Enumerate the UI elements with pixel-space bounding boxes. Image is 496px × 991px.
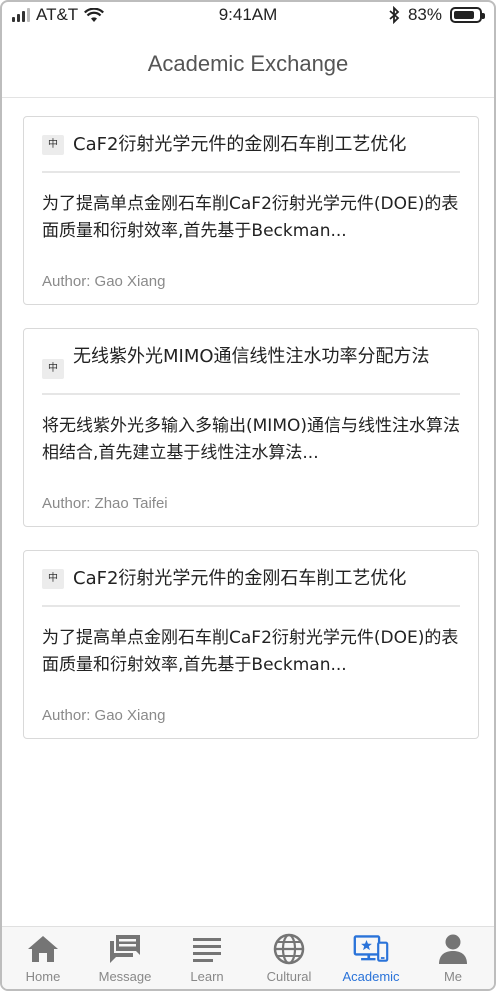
list-icon: [189, 932, 225, 966]
tab-label: Me: [443, 969, 463, 984]
bottom-tab-bar: Home Message Learn Cultural Academic Me: [2, 926, 494, 989]
paper-card[interactable]: 中 CaF2衍射光学元件的金刚石车削工艺优化 为了提高单点金刚石车削CaF2衍射…: [23, 116, 479, 305]
paper-title[interactable]: 无线紫外光MIMO通信线性注水功率分配方法: [73, 345, 430, 369]
status-bar: AT&T 9:41AM 83%: [2, 2, 494, 30]
language-badge: 中: [42, 359, 64, 379]
paper-title[interactable]: CaF2衍射光学元件的金刚石车削工艺优化: [73, 133, 406, 157]
globe-icon: [271, 932, 307, 966]
paper-title-row: 中 CaF2衍射光学元件的金刚石车削工艺优化: [42, 117, 460, 173]
phone-frame: AT&T 9:41AM 83% Academic Exchange 中 CaF2…: [0, 0, 496, 991]
battery-percent: 83%: [407, 5, 442, 24]
paper-card[interactable]: 中 无线紫外光MIMO通信线性注水功率分配方法 将无线紫外光多输入多输出(MIM…: [23, 328, 479, 527]
paper-summary: 为了提高单点金刚石车削CaF2衍射光学元件(DOE)的表面质量和衍射效率,首先基…: [42, 628, 459, 675]
academic-icon: [353, 932, 389, 966]
paper-title-row: 中 CaF2衍射光学元件的金刚石车削工艺优化: [42, 551, 460, 607]
paper-author: Author: Gao Xiang: [42, 707, 166, 724]
tab-academic[interactable]: Academic: [330, 927, 412, 989]
tab-learn[interactable]: Learn: [166, 927, 248, 989]
tab-cultural[interactable]: Cultural: [248, 927, 330, 989]
paper-author: Author: Zhao Taifei: [42, 495, 168, 512]
paper-title-row: 中 无线紫外光MIMO通信线性注水功率分配方法: [42, 329, 460, 395]
page-title: Academic Exchange: [147, 50, 349, 76]
paper-title[interactable]: CaF2衍射光学元件的金刚石车削工艺优化: [73, 567, 406, 591]
tab-label: Message: [98, 969, 152, 984]
status-right: 83%: [388, 5, 485, 25]
language-badge: 中: [42, 569, 64, 589]
tab-label: Cultural: [266, 969, 312, 984]
tab-label: Home: [25, 969, 61, 984]
home-icon: [25, 932, 61, 966]
paper-author: Author: Gao Xiang: [42, 273, 166, 290]
person-icon: [435, 932, 471, 966]
paper-list: 中 CaF2衍射光学元件的金刚石车削工艺优化 为了提高单点金刚石车削CaF2衍射…: [23, 116, 479, 762]
paper-summary: 为了提高单点金刚石车削CaF2衍射光学元件(DOE)的表面质量和衍射效率,首先基…: [42, 194, 459, 241]
message-icon: [107, 932, 143, 966]
bluetooth-icon: [389, 6, 400, 24]
tab-label: Academic: [342, 969, 400, 984]
tab-me[interactable]: Me: [412, 927, 494, 989]
tab-label: Learn: [190, 969, 224, 984]
tab-message[interactable]: Message: [84, 927, 166, 989]
battery-icon: [450, 7, 485, 23]
page-header: Academic Exchange: [2, 30, 494, 98]
paper-summary: 将无线紫外光多输入多输出(MIMO)通信与线性注水算法相结合,首先建立基于线性注…: [42, 416, 460, 463]
battery-level: [454, 11, 474, 19]
tab-home[interactable]: Home: [2, 927, 84, 989]
paper-card[interactable]: 中 CaF2衍射光学元件的金刚石车削工艺优化 为了提高单点金刚石车削CaF2衍射…: [23, 550, 479, 739]
language-badge: 中: [42, 135, 64, 155]
